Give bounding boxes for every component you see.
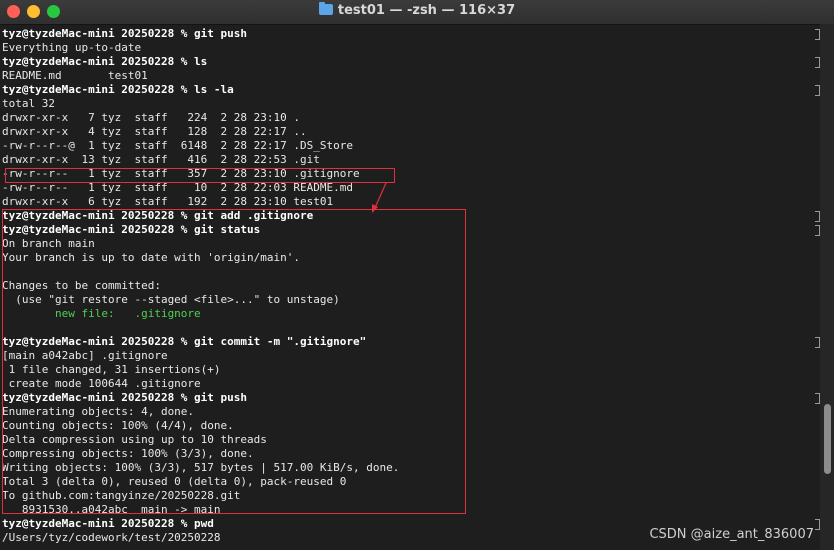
prompt-mark xyxy=(815,85,820,96)
scrollbar[interactable] xyxy=(820,24,834,550)
output-line: Everything up-to-date xyxy=(2,41,142,54)
output-line: drwxr-xr-x 6 tyz staff 192 2 28 23:10 te… xyxy=(2,195,334,208)
output-line: total 32 xyxy=(2,97,55,110)
output-line: drwxr-xr-x 4 tyz staff 128 2 28 22:17 .. xyxy=(2,125,307,138)
annotation-box-commands xyxy=(2,209,466,514)
prompt-mark xyxy=(815,29,820,40)
window-title-text: test01 — -zsh — 116×37 xyxy=(337,3,516,18)
prompt-mark xyxy=(815,225,820,236)
prompt-mark xyxy=(815,211,820,222)
prompt-line: tyz@tyzdeMac-mini 20250228 % ls xyxy=(2,55,208,68)
output-line: -rw-r--r--@ 1 tyz staff 6148 2 28 22:17 … xyxy=(2,139,353,152)
output-line: drwxr-xr-x 13 tyz staff 416 2 28 22:53 .… xyxy=(2,153,320,166)
prompt-line: tyz@tyzdeMac-mini 20250228 % git push xyxy=(2,27,248,40)
prompt-line: tyz@tyzdeMac-mini 20250228 % ls -la xyxy=(2,83,234,96)
title-bar[interactable]: test01 — -zsh — 116×37 xyxy=(0,0,834,25)
watermark: CSDN @aize_ant_836007 xyxy=(649,527,814,542)
prompt-mark xyxy=(815,393,820,404)
scrollbar-thumb[interactable] xyxy=(824,404,831,474)
output-line: drwxr-xr-x 7 tyz staff 224 2 28 23:10 . xyxy=(2,111,301,124)
output-line: README.md test01 xyxy=(2,69,148,82)
window-title: test01 — -zsh — 116×37 xyxy=(0,2,834,18)
folder-icon xyxy=(318,2,333,15)
output-line: -rw-r--r-- 1 tyz staff 10 2 28 22:03 REA… xyxy=(2,181,353,194)
annotation-box-gitignore-line xyxy=(5,168,395,183)
terminal-window: test01 — -zsh — 116×37 tyz@tyzdeMac-mini… xyxy=(0,0,834,550)
prompt-mark xyxy=(815,519,820,530)
prompt-mark xyxy=(815,57,820,68)
prompt-mark xyxy=(815,337,820,348)
